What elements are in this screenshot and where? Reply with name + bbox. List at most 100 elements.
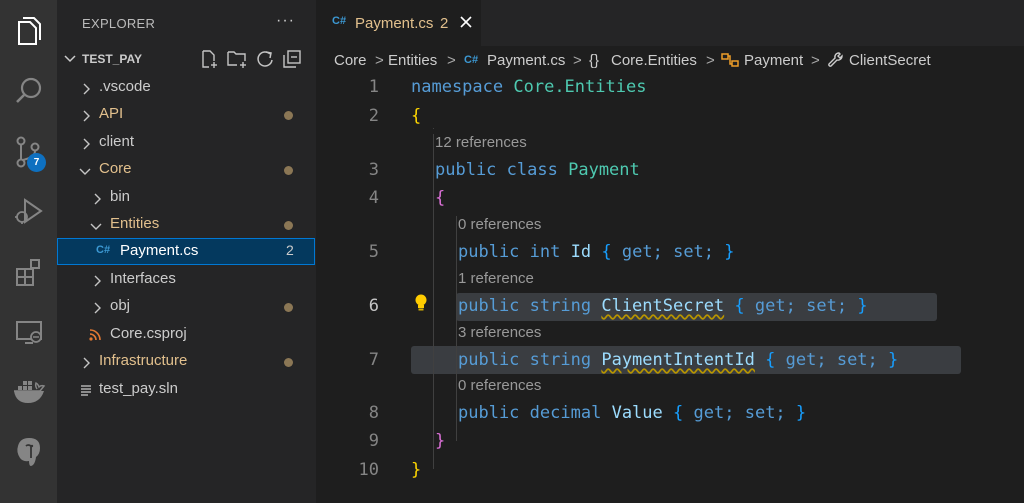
remote-explorer-icon[interactable] <box>0 308 57 356</box>
indent-guide <box>433 134 434 469</box>
breadcrumb-class[interactable]: Payment <box>744 52 803 69</box>
new-file-icon[interactable] <box>199 49 219 74</box>
tree-item-core[interactable]: Core <box>57 156 315 183</box>
line-number: 7 <box>368 350 379 370</box>
code-editor[interactable]: 1 2 3 4 5 6 7 8 9 10 namespace Core.Enti… <box>316 76 1024 503</box>
new-folder-icon[interactable] <box>226 49 248 74</box>
breadcrumb-separator: > <box>811 52 820 69</box>
line-number: 9 <box>368 431 379 451</box>
code-line-1: namespace Core.Entities <box>411 77 647 97</box>
code-line-5: public int Id { get; set; } <box>458 242 735 262</box>
modified-dot <box>284 358 293 367</box>
wrench-icon <box>827 51 845 73</box>
collapse-all-icon[interactable] <box>282 49 302 74</box>
tree-item-label: Payment.cs <box>120 242 199 259</box>
tree-item-label: API <box>99 105 124 122</box>
more-actions-button[interactable]: ··· <box>276 12 295 30</box>
tree-item-client[interactable]: client <box>57 129 315 156</box>
breadcrumb: Core > Entities > C# Payment.cs > {} Cor… <box>316 46 1024 76</box>
code-line-3: public class Payment <box>435 160 640 180</box>
tree-item-infrastructure[interactable]: Infrastructure <box>57 348 315 375</box>
rss-icon <box>89 328 101 345</box>
codelens-references[interactable]: 0 references <box>458 377 541 394</box>
indent-guide <box>456 216 457 441</box>
chevron-down-icon <box>90 219 102 236</box>
code-line-2: { <box>411 106 422 126</box>
explorer-icon[interactable] <box>0 7 57 55</box>
codelens-references[interactable]: 3 references <box>458 324 541 341</box>
codelens-references[interactable]: 12 references <box>435 134 527 151</box>
postgresql-icon[interactable] <box>0 428 57 476</box>
tree-item-label: Infrastructure <box>99 352 188 369</box>
line-number: 6 <box>368 296 379 316</box>
code-line-7: public string PaymentIntentId { get; set… <box>458 350 899 370</box>
line-number: 4 <box>368 188 379 208</box>
code-line-10: } <box>411 460 422 480</box>
refresh-icon[interactable] <box>255 49 275 74</box>
modified-dot <box>284 166 293 175</box>
line-number: 2 <box>368 106 379 126</box>
codelens-references[interactable]: 0 references <box>458 216 541 233</box>
tree-item-label: test_pay.sln <box>99 380 178 397</box>
tree-item-vscode[interactable]: .vscode <box>57 74 315 101</box>
chevron-right-icon <box>81 356 91 373</box>
code-line-8: public decimal Value { get; set; } <box>458 403 807 423</box>
namespace-icon: {} <box>589 52 600 69</box>
line-number: 3 <box>368 160 379 180</box>
chevron-right-icon <box>92 274 102 291</box>
tree-item-interfaces[interactable]: Interfaces <box>57 266 315 293</box>
line-number: 10 <box>358 460 379 480</box>
tree-item-label: bin <box>110 188 131 205</box>
line-number: 5 <box>368 242 379 262</box>
chevron-down-icon <box>79 164 91 181</box>
breadcrumb-separator: > <box>706 52 715 69</box>
breadcrumb-separator: > <box>573 52 582 69</box>
modified-dot <box>284 111 293 120</box>
csharp-file-icon: C# <box>332 15 347 27</box>
tree-item-payment-cs[interactable]: C# Payment.cs 2 <box>57 238 315 265</box>
list-file-icon <box>80 383 92 400</box>
run-debug-icon[interactable] <box>0 187 57 235</box>
breadcrumb-property[interactable]: ClientSecret <box>849 52 931 69</box>
tree-item-label: Core <box>99 160 132 177</box>
problem-count: 2 <box>286 242 294 258</box>
tree-item-entities[interactable]: Entities <box>57 211 315 238</box>
code-line-6: public string ClientSecret { get; set; } <box>458 296 868 316</box>
breadcrumb-namespace[interactable]: Core.Entities <box>611 52 697 69</box>
tree-item-bin[interactable]: bin <box>57 184 315 211</box>
tree-item-core-csproj[interactable]: Core.csproj <box>57 321 315 348</box>
tab-payment-cs[interactable]: C# Payment.cs 2 <box>316 0 481 46</box>
tree-item-api[interactable]: API <box>57 101 315 128</box>
explorer-actions <box>199 49 302 74</box>
line-number: 8 <box>368 403 379 423</box>
breadcrumb-entities[interactable]: Entities <box>388 52 437 69</box>
tab-problem-count: 2 <box>440 15 449 32</box>
breadcrumb-separator: > <box>375 52 384 69</box>
editor-tab-bar: C# Payment.cs 2 <box>316 0 1024 46</box>
class-icon <box>721 51 739 73</box>
tree-item-label: Core.csproj <box>110 325 187 342</box>
tree-item-label: .vscode <box>99 78 151 95</box>
csharp-file-icon: C# <box>464 54 479 66</box>
breadcrumb-payment-cs[interactable]: Payment.cs <box>487 52 565 69</box>
codelens-references[interactable]: 1 reference <box>458 270 534 287</box>
chevron-right-icon <box>81 137 91 154</box>
chevron-right-icon <box>81 109 91 126</box>
tab-label: Payment.cs <box>355 15 434 32</box>
chevron-right-icon <box>81 82 91 99</box>
close-icon[interactable] <box>458 14 474 35</box>
lightbulb-icon[interactable] <box>414 293 428 317</box>
breadcrumb-separator: > <box>447 52 456 69</box>
chevron-down-icon <box>63 52 77 71</box>
code-line-9: } <box>435 431 446 451</box>
docker-icon[interactable] <box>0 368 57 416</box>
tree-item-obj[interactable]: obj <box>57 293 315 320</box>
tree-item-label: obj <box>110 297 131 314</box>
search-icon[interactable] <box>0 67 57 115</box>
tree-item-label: Interfaces <box>110 270 176 287</box>
extensions-icon[interactable] <box>0 248 57 296</box>
breadcrumb-core[interactable]: Core <box>334 52 367 69</box>
csharp-file-icon: C# <box>96 244 111 256</box>
code-line-4: { <box>435 188 446 208</box>
tree-item-test-pay-sln[interactable]: test_pay.sln <box>57 376 315 403</box>
